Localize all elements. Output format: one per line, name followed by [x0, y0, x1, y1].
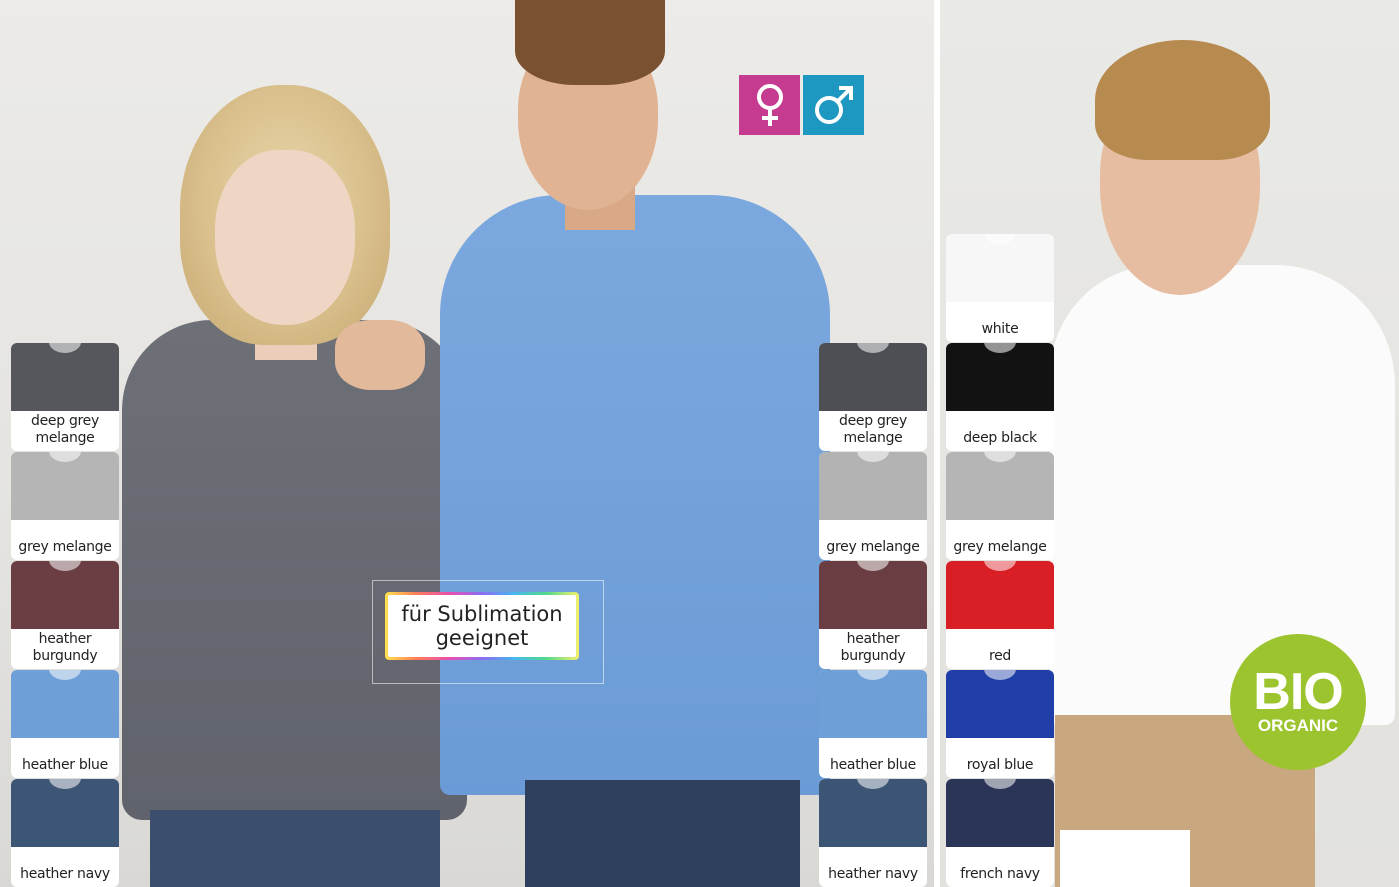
swatch-label: grey melange: [18, 539, 112, 555]
swatch-label: heather navy: [20, 866, 110, 882]
men-color-swatches: deep grey melange grey melange heather bur…: [819, 343, 927, 887]
color-swatch[interactable]: deep grey melange: [819, 343, 927, 451]
swatch-shirt-color: [946, 561, 1054, 629]
swatch-label: white: [981, 321, 1019, 337]
swatch-shirt-color: [11, 561, 119, 629]
color-swatch[interactable]: deep black: [946, 343, 1054, 451]
swatch-label: heather burgundy: [32, 631, 98, 664]
swatch-neckline: [49, 779, 81, 789]
swatch-shirt-color: [819, 561, 927, 629]
swatch-label: deep grey melange: [839, 413, 907, 446]
swatch-shirt-color: [946, 343, 1054, 411]
color-swatch[interactable]: grey melange: [819, 452, 927, 560]
swatch-shirt-color: [819, 343, 927, 411]
swatch-neckline: [984, 452, 1016, 462]
swatch-shirt-color: [819, 670, 927, 738]
swatch-neckline: [984, 234, 1016, 244]
swatch-neckline: [984, 779, 1016, 789]
swatch-label: grey melange: [826, 539, 920, 555]
swatch-shirt-color: [819, 779, 927, 847]
swatch-label: red: [988, 648, 1012, 664]
organic-color-swatches: white deep black grey melange red royal blue…: [946, 234, 1054, 887]
swatch-neckline: [857, 452, 889, 462]
swatch-shirt-color: [11, 779, 119, 847]
color-swatch[interactable]: heather burgundy: [819, 561, 927, 669]
swatch-label: heather blue: [830, 757, 916, 773]
man-tshirt: [440, 195, 830, 795]
man-jeans: [525, 780, 800, 887]
swatch-neckline: [49, 452, 81, 462]
swatch-neckline: [984, 343, 1016, 353]
bio-word: BIO: [1253, 663, 1343, 721]
color-swatch[interactable]: heather navy: [819, 779, 927, 887]
organic-word: ORGANIC: [1257, 716, 1339, 735]
swatch-label: royal blue: [966, 757, 1034, 773]
swatch-shirt-color: [11, 452, 119, 520]
man-hair: [515, 0, 665, 85]
swatch-label: deep grey melange: [31, 413, 99, 446]
swatch-neckline: [857, 561, 889, 571]
female-symbol-svg: [756, 84, 783, 126]
male-symbol-svg: [814, 86, 853, 124]
swatch-neckline: [984, 561, 1016, 571]
man-hand: [335, 320, 425, 390]
swatch-label: french navy: [960, 866, 1040, 882]
sublimation-badge: für Sublimation geeignet: [385, 592, 579, 660]
color-swatch[interactable]: heather burgundy: [11, 561, 119, 669]
swatch-label: grey melange: [953, 539, 1047, 555]
swatch-neckline: [49, 670, 81, 680]
sublimation-badge-inner: für Sublimation geeignet: [388, 595, 576, 657]
color-swatch[interactable]: french navy: [946, 779, 1054, 887]
swatch-shirt-color: [11, 670, 119, 738]
swatch-neckline: [49, 561, 81, 571]
swatch-neckline: [857, 343, 889, 353]
male-symbol-icon: [803, 75, 864, 135]
stool: [1060, 830, 1190, 887]
swatch-shirt-color: [946, 779, 1054, 847]
color-swatch[interactable]: grey melange: [11, 452, 119, 560]
swatch-shirt-color: [819, 452, 927, 520]
woman-face: [215, 150, 355, 325]
color-swatch[interactable]: deep grey melange: [11, 343, 119, 451]
swatch-label: heather blue: [22, 757, 108, 773]
swatch-neckline: [857, 779, 889, 789]
sublimation-line2: geeignet: [435, 626, 529, 650]
sublimation-line1: für Sublimation: [401, 602, 563, 626]
swatch-neckline: [857, 670, 889, 680]
swatch-label: heather burgundy: [840, 631, 906, 664]
color-swatch[interactable]: heather blue: [819, 670, 927, 778]
swatch-label: deep black: [963, 430, 1037, 446]
model-hair: [1095, 40, 1270, 160]
color-swatch[interactable]: grey melange: [946, 452, 1054, 560]
swatch-neckline: [49, 343, 81, 353]
color-swatch[interactable]: royal blue: [946, 670, 1054, 778]
woman-tshirt: [122, 320, 467, 820]
swatch-neckline: [984, 670, 1016, 680]
color-swatch[interactable]: red: [946, 561, 1054, 669]
swatch-label: heather navy: [828, 866, 918, 882]
color-swatch[interactable]: heather blue: [11, 670, 119, 778]
swatch-shirt-color: [11, 343, 119, 411]
swatch-shirt-color: [946, 234, 1054, 302]
color-swatch[interactable]: white: [946, 234, 1054, 342]
woman-jeans: [150, 810, 440, 887]
swatch-shirt-color: [946, 452, 1054, 520]
color-swatch[interactable]: heather navy: [11, 779, 119, 887]
swatch-shirt-color: [946, 670, 1054, 738]
women-color-swatches: deep grey melange grey melange heather bur…: [11, 343, 119, 887]
female-symbol-icon: [739, 75, 800, 135]
bio-organic-badge: BIO ORGANIC: [1230, 634, 1366, 770]
